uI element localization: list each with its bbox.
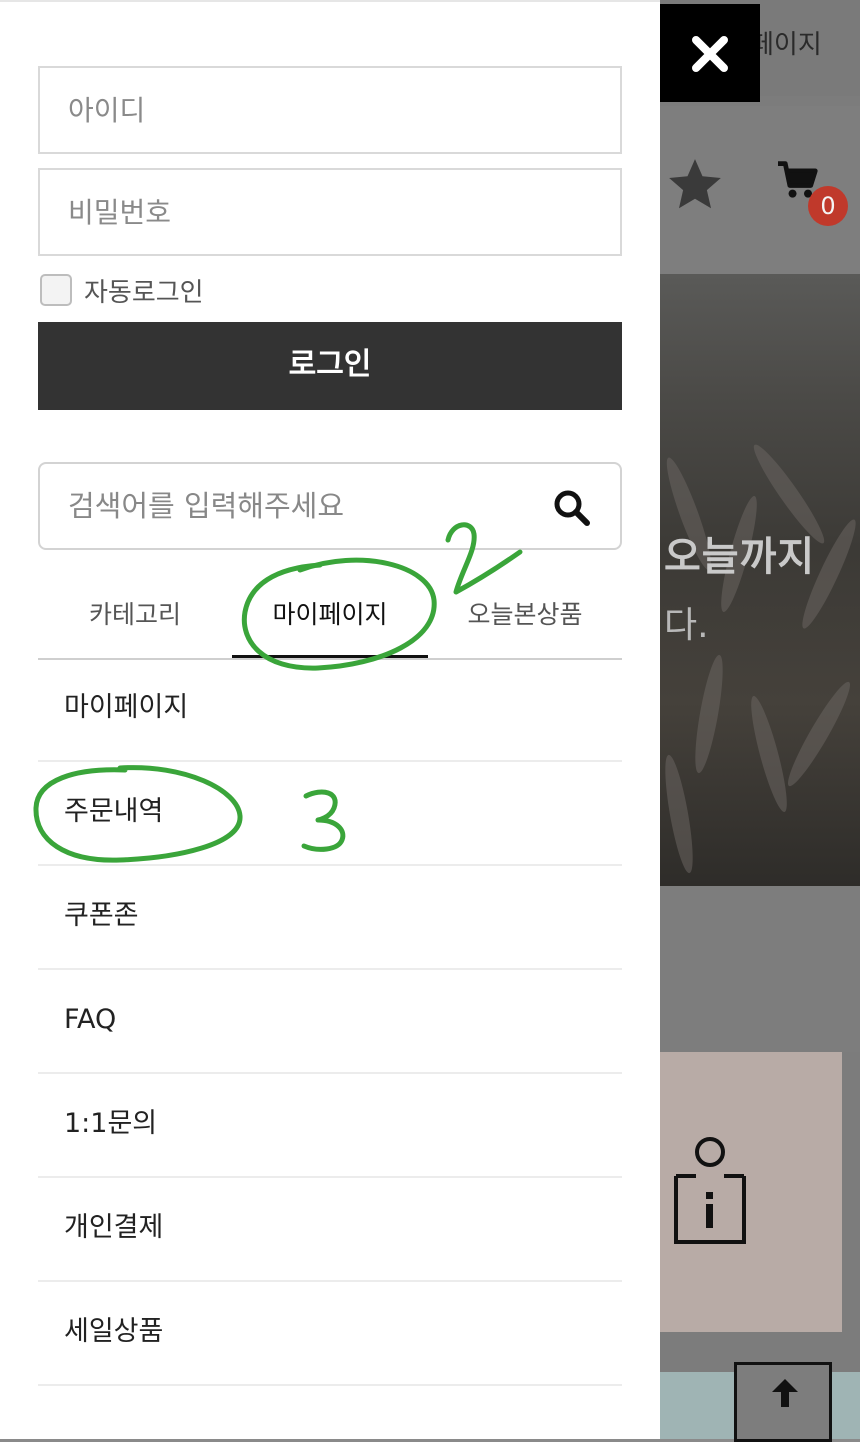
search-box (38, 462, 622, 550)
search-icon[interactable] (552, 488, 592, 528)
background-top-label: 페이지 (750, 30, 822, 60)
search-input[interactable] (40, 464, 520, 548)
menu-item-coupon-zone[interactable]: 쿠폰존 (38, 866, 622, 970)
menu-item-mypage[interactable]: 마이페이지 (38, 658, 622, 762)
tab-recently-viewed[interactable]: 오늘본상품 (428, 580, 622, 656)
tab-category[interactable]: 카테고리 (38, 580, 232, 656)
scroll-to-top-button[interactable] (734, 1362, 832, 1442)
drawer-tabs: 카테고리 마이페이지 오늘본상품 (38, 580, 622, 660)
auto-login-label: 자동로그인 (84, 277, 204, 308)
auto-login-option[interactable]: 자동로그인 (40, 272, 204, 308)
tab-mypage[interactable]: 마이페이지 (232, 580, 428, 658)
background-section (660, 886, 860, 1052)
menu-item-order-history[interactable]: 주문내역 (38, 762, 622, 866)
background-hero-text-line2: 다. (664, 605, 709, 646)
info-icon (674, 1137, 746, 1244)
arrow-up-icon (772, 1379, 798, 1407)
password-input[interactable] (40, 170, 620, 254)
menu-item-inquiry[interactable]: 1:1문의 (38, 1074, 622, 1178)
auto-login-checkbox[interactable] (40, 274, 72, 306)
star-icon (669, 159, 721, 209)
menu-item-faq[interactable]: FAQ (38, 970, 622, 1074)
id-input[interactable] (40, 68, 620, 152)
password-field-box (38, 168, 622, 256)
cart-count-badge: 0 (808, 186, 848, 226)
close-icon (692, 36, 728, 72)
login-button[interactable]: 로그인 (38, 322, 622, 410)
mypage-menu: 마이페이지 주문내역 쿠폰존 FAQ 1:1문의 개인결제 세일상품 (38, 658, 622, 1386)
menu-item-personal-payment[interactable]: 개인결제 (38, 1178, 622, 1282)
close-drawer-button[interactable] (660, 4, 760, 102)
id-field-box (38, 66, 622, 154)
side-drawer: 자동로그인 로그인 카테고리 마이페이지 오늘본상품 마이페이지 주문내역 쿠폰… (0, 0, 660, 1439)
menu-item-sale-products[interactable]: 세일상품 (38, 1282, 622, 1386)
background-hero-text-line1: 오늘까지 (664, 534, 816, 580)
drawer-top-divider (0, 0, 660, 2)
